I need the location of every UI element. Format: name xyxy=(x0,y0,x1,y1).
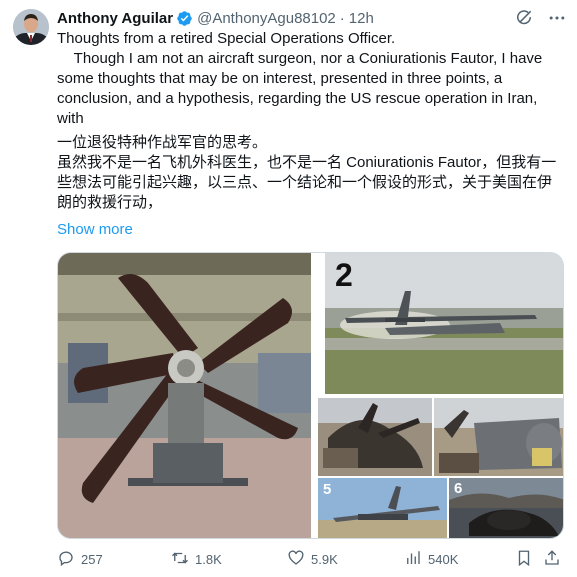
grok-icon[interactable] xyxy=(514,8,534,28)
heart-icon xyxy=(287,549,305,570)
tweet-header: Anthony Aguilar @AnthonyAgu88102 · 12h xyxy=(57,8,567,28)
tweet-text-paragraph-en: Though I am not an aircraft surgeon, nor… xyxy=(57,50,547,127)
photo-wreckage-2[interactable] xyxy=(434,398,563,476)
tweet-action-bar: 257 1.8K 5.9K 540K xyxy=(57,548,563,570)
handle[interactable]: @AnthonyAgu88102 xyxy=(197,10,336,27)
photo-number-2: 2 xyxy=(335,257,353,293)
more-icon[interactable] xyxy=(547,8,567,28)
photo-number-6: 6 xyxy=(454,480,463,497)
like-count: 5.9K xyxy=(311,551,338,567)
bookmark-button[interactable] xyxy=(515,549,533,570)
media-grid: 2 5 6 xyxy=(57,252,564,539)
reply-button[interactable]: 257 xyxy=(57,549,103,570)
photo-aircraft-desert[interactable]: 5 xyxy=(318,478,447,538)
share-button[interactable] xyxy=(543,549,561,570)
photo-wreckage-1[interactable] xyxy=(318,398,432,476)
display-name[interactable]: Anthony Aguilar xyxy=(57,10,173,27)
retweet-button[interactable]: 1.8K xyxy=(171,549,222,570)
views-chart-icon xyxy=(404,549,422,570)
bookmark-icon xyxy=(515,549,533,570)
show-more-link[interactable]: Show more xyxy=(57,221,133,238)
photo-wreckage-3[interactable]: 6 xyxy=(449,478,563,538)
views-count: 540K xyxy=(428,551,459,567)
avatar[interactable] xyxy=(13,9,49,45)
timestamp[interactable]: 12h xyxy=(349,10,374,27)
retweet-count: 1.8K xyxy=(195,551,222,567)
views-button[interactable]: 540K xyxy=(404,549,458,570)
retweet-icon xyxy=(171,549,189,570)
separator-dot: · xyxy=(339,9,345,27)
photo-propeller[interactable] xyxy=(58,253,311,538)
like-button[interactable]: 5.9K xyxy=(287,549,338,570)
tweet-text-line-zh-1: 一位退役特种作战军官的思考。 xyxy=(57,134,268,151)
verified-badge-icon[interactable] xyxy=(176,10,193,27)
reply-count: 257 xyxy=(81,551,103,567)
reply-icon xyxy=(57,549,75,570)
tweet-text-paragraph-zh: 虽然我不是一名飞机外科医生，也不是一名 Coniurationis Fautor… xyxy=(57,154,557,211)
tweet-text-line-1: Thoughts from a retired Special Operatio… xyxy=(57,30,396,47)
photo-aircraft-runway[interactable]: 2 xyxy=(325,253,563,394)
share-icon xyxy=(543,549,561,570)
photo-number-5: 5 xyxy=(323,481,332,498)
